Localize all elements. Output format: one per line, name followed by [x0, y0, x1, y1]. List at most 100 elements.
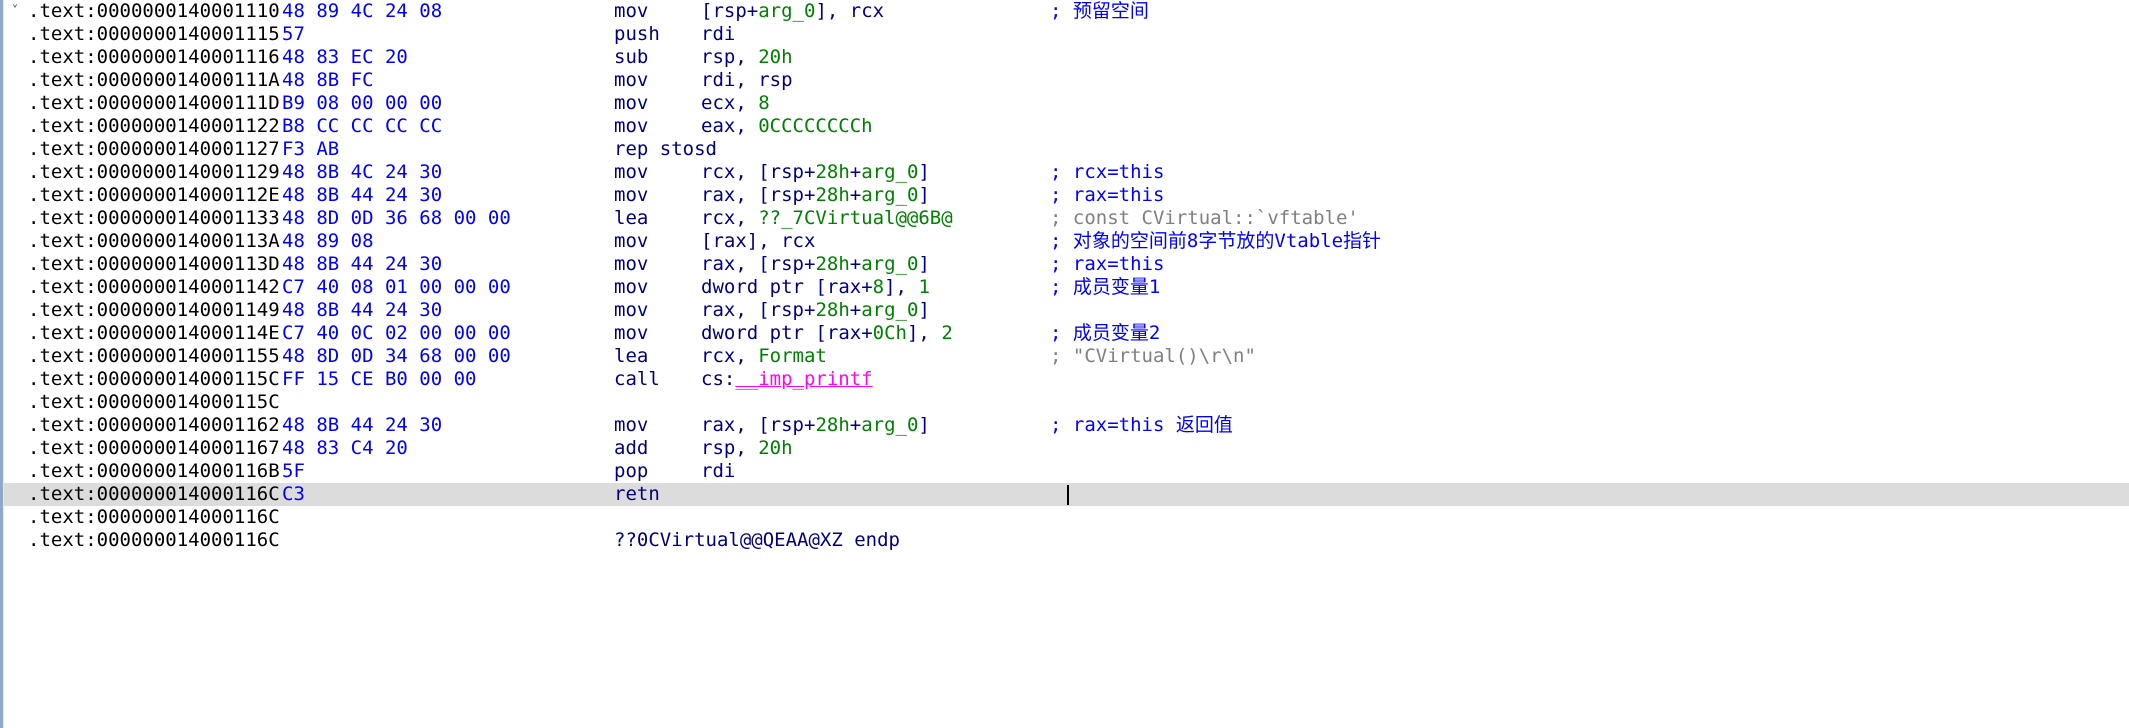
line-mnemonic[interactable]: mov — [614, 184, 648, 207]
line-opcode-bytes: 48 8B FC — [282, 69, 374, 91]
line-operands[interactable]: rdi, rsp — [701, 69, 793, 92]
line-mnemonic[interactable]: mov — [614, 276, 648, 299]
line-opcode-bytes: 48 83 C4 20 — [282, 437, 408, 459]
disassembly-line[interactable]: .text:000000014000113A 48 89 08 mov [rax], … — [4, 230, 2129, 253]
disassembly-line[interactable]: .text:0000000140001133 48 8D 0D 36 68 00 … — [4, 207, 2129, 230]
line-mnemonic[interactable]: mov — [614, 161, 648, 184]
line-mnemonic[interactable]: sub — [614, 46, 648, 69]
line-operands[interactable]: [rax], rcx — [701, 230, 815, 253]
line-mnemonic[interactable]: call — [614, 368, 660, 391]
disassembly-line[interactable]: .text:0000000140001155 48 8D 0D 34 68 00 … — [4, 345, 2129, 368]
line-operands[interactable]: rsp, 20h — [701, 437, 793, 460]
line-address: .text:000000014000114E — [28, 322, 280, 344]
line-opcode-bytes: F3 AB — [282, 138, 340, 160]
line-address: .text:000000014000112E — [28, 184, 280, 206]
disassembly-line[interactable]: .text:000000014000113D 48 8B 44 24 30 mov r… — [4, 253, 2129, 276]
disassembly-line[interactable]: .text:000000014000116C ??0CVirtual@@QEAA@… — [4, 529, 2129, 552]
line-opcode-bytes: C7 40 08 01 00 00 00 — [282, 276, 511, 298]
disassembly-line[interactable]: .text:000000014000116C C3 retn — [4, 483, 2129, 506]
line-operands[interactable]: rdi — [701, 460, 735, 483]
line-mnemonic[interactable]: mov — [614, 414, 648, 437]
disassembly-line[interactable]: .text:000000014000116C — [4, 506, 2129, 529]
line-mnemonic[interactable]: mov — [614, 115, 648, 138]
disassembly-line[interactable]: .text:0000000140001129 48 8B 4C 24 30 mov r… — [4, 161, 2129, 184]
line-operands[interactable]: rsp, 20h — [701, 46, 793, 69]
line-mnemonic[interactable]: mov — [614, 230, 648, 253]
line-mnemonic[interactable]: ??0CVirtual@@QEAA@XZ endp — [614, 529, 900, 552]
disassembly-line[interactable]: .text:000000014000111D B9 08 00 00 00 mov e… — [4, 92, 2129, 115]
text-cursor — [1067, 485, 1069, 505]
line-address: .text:000000014000116C — [28, 529, 280, 551]
line-operands[interactable]: rcx, [rsp+28h+arg_0] — [701, 161, 930, 184]
line-mnemonic[interactable]: add — [614, 437, 648, 460]
disassembly-line-list[interactable]: ˅ .text:0000000140001110 48 89 4C 24 08 mov… — [4, 0, 2129, 552]
line-mnemonic[interactable]: lea — [614, 207, 648, 230]
line-comment[interactable]: ; rcx=this — [1050, 161, 1164, 184]
line-mnemonic[interactable]: rep stosd — [614, 138, 717, 161]
fold-toggle-icon[interactable]: ˅ — [8, 0, 22, 23]
line-mnemonic[interactable]: pop — [614, 460, 648, 483]
line-operands[interactable]: rax, [rsp+28h+arg_0] — [701, 299, 930, 322]
line-operands[interactable]: ecx, 8 — [701, 92, 770, 115]
line-address: .text:000000014000116B — [28, 460, 280, 482]
line-operands[interactable]: dword ptr [rax+8], 1 — [701, 276, 930, 299]
disassembly-line[interactable]: .text:0000000140001149 48 8B 44 24 30 mov r… — [4, 299, 2129, 322]
line-operands[interactable]: dword ptr [rax+0Ch], 2 — [701, 322, 953, 345]
disassembly-line[interactable]: .text:0000000140001127 F3 AB rep stosd — [4, 138, 2129, 161]
disassembly-line[interactable]: .text:0000000140001115 57 push rdi — [4, 23, 2129, 46]
disassembly-line[interactable]: .text:0000000140001116 48 83 EC 20 sub rsp,… — [4, 46, 2129, 69]
line-operands[interactable]: rax, [rsp+28h+arg_0] — [701, 184, 930, 207]
line-mnemonic[interactable]: lea — [614, 345, 648, 368]
disassembly-line[interactable]: .text:0000000140001167 48 83 C4 20 add rsp,… — [4, 437, 2129, 460]
line-comment[interactable]: ; const CVirtual::`vftable' — [1050, 207, 1359, 230]
line-operands[interactable]: eax, 0CCCCCCCCh — [701, 115, 873, 138]
line-mnemonic[interactable]: retn — [614, 483, 660, 506]
line-address: .text:0000000140001115 — [28, 23, 280, 45]
disassembly-line[interactable]: .text:0000000140001122 B8 CC CC CC CC mov e… — [4, 115, 2129, 138]
disassembly-line[interactable]: .text:000000014000114E C7 40 0C 02 00 00 … — [4, 322, 2129, 345]
line-address: .text:000000014000115C — [28, 391, 280, 413]
line-opcode-bytes: 48 8D 0D 36 68 00 00 — [282, 207, 511, 229]
line-operands[interactable]: [rsp+arg_0], rcx — [701, 0, 884, 23]
line-address: .text:0000000140001167 — [28, 437, 280, 459]
disassembly-line[interactable]: .text:0000000140001162 48 8B 44 24 30 mov r… — [4, 414, 2129, 437]
line-address: .text:000000014000111D — [28, 92, 280, 114]
line-address: .text:000000014000116C — [28, 483, 280, 505]
disassembly-line[interactable]: .text:000000014000116B 5F pop rdi — [4, 460, 2129, 483]
line-opcode-bytes: 48 8B 44 24 30 — [282, 414, 443, 436]
disassembly-line[interactable]: .text:000000014000115C FF 15 CE B0 00 00 c… — [4, 368, 2129, 391]
line-comment[interactable]: ; rax=this 返回值 — [1050, 414, 1233, 437]
line-operands[interactable]: rdi — [701, 23, 735, 46]
disassembly-line[interactable]: ˅ .text:0000000140001110 48 89 4C 24 08 mov… — [4, 0, 2129, 23]
disassembly-line[interactable]: .text:000000014000111A 48 8B FC mov rdi, rs… — [4, 69, 2129, 92]
line-opcode-bytes: FF 15 CE B0 00 00 — [282, 368, 477, 390]
line-comment[interactable]: ; rax=this — [1050, 253, 1164, 276]
line-address: .text:0000000140001142 — [28, 276, 280, 298]
line-mnemonic[interactable]: mov — [614, 92, 648, 115]
line-comment[interactable]: ; 成员变量2 — [1050, 322, 1160, 345]
disassembly-line[interactable]: .text:000000014000115C — [4, 391, 2129, 414]
line-address: .text:000000014000113D — [28, 253, 280, 275]
line-mnemonic[interactable]: mov — [614, 69, 648, 92]
disassembly-view[interactable]: ˅ .text:0000000140001110 48 89 4C 24 08 mov… — [0, 0, 2129, 728]
line-operands[interactable]: rax, [rsp+28h+arg_0] — [701, 414, 930, 437]
line-comment[interactable]: ; 对象的空间前8字节放的Vtable指针 — [1050, 230, 1381, 253]
disassembly-line[interactable]: .text:000000014000112E 48 8B 44 24 30 mov r… — [4, 184, 2129, 207]
line-opcode-bytes: 48 8D 0D 34 68 00 00 — [282, 345, 511, 367]
line-operands[interactable]: rax, [rsp+28h+arg_0] — [701, 253, 930, 276]
line-operands[interactable]: rcx, Format — [701, 345, 827, 368]
line-mnemonic[interactable]: mov — [614, 322, 648, 345]
line-operands[interactable]: rcx, ??_7CVirtual@@6B@ — [701, 207, 953, 230]
line-comment[interactable]: ; "CVirtual()\r\n" — [1050, 345, 1256, 368]
line-opcode-bytes: B8 CC CC CC CC — [282, 115, 443, 137]
disassembly-line[interactable]: .text:0000000140001142 C7 40 08 01 00 00 … — [4, 276, 2129, 299]
line-opcode-bytes: 48 89 08 — [282, 230, 374, 252]
line-mnemonic[interactable]: mov — [614, 299, 648, 322]
line-operands[interactable]: cs:__imp_printf — [701, 368, 873, 391]
line-comment[interactable]: ; 预留空间 — [1050, 0, 1149, 23]
line-comment[interactable]: ; rax=this — [1050, 184, 1164, 207]
line-mnemonic[interactable]: mov — [614, 0, 648, 23]
line-comment[interactable]: ; 成员变量1 — [1050, 276, 1160, 299]
line-mnemonic[interactable]: mov — [614, 253, 648, 276]
line-mnemonic[interactable]: push — [614, 23, 660, 46]
